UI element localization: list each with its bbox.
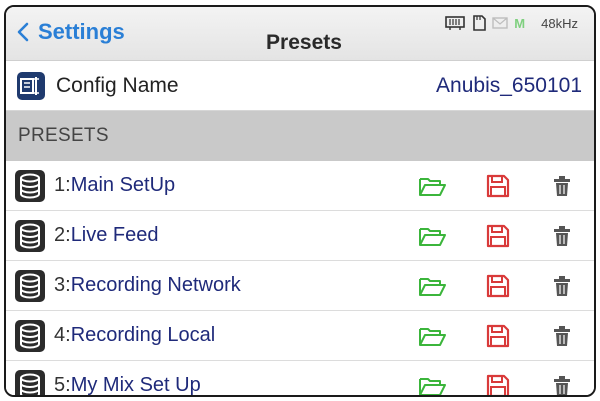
trash-icon (554, 376, 570, 395)
page-title: Presets (266, 31, 342, 54)
config-name-row[interactable]: Config Name Anubis_650101 (6, 61, 594, 111)
floppy-disk-icon (486, 374, 510, 395)
preset-row[interactable]: 3: Recording Network (6, 261, 594, 311)
status-area: M 48kHz (444, 13, 578, 33)
preset-name: Live Feed (70, 224, 159, 246)
database-icon (15, 369, 45, 395)
preset-label: 1: Main SetUp (54, 174, 175, 197)
presets-section-header: PRESETS (6, 111, 594, 161)
preset-label: 2: Live Feed (54, 224, 159, 247)
delete-preset-button[interactable] (548, 173, 576, 199)
save-preset-button[interactable] (484, 323, 512, 349)
preset-name: Recording Network (70, 274, 241, 296)
delete-preset-button[interactable] (548, 273, 576, 299)
database-icon (15, 169, 45, 202)
presets-screen: Settings Presets M 48kHz Config Name Anu… (4, 5, 596, 397)
trash-icon (554, 226, 570, 246)
load-preset-button[interactable] (418, 223, 446, 249)
floppy-disk-icon (486, 324, 510, 348)
delete-preset-button[interactable] (548, 223, 576, 249)
config-name-label: Config Name (56, 73, 179, 97)
preset-name: Recording Local (70, 324, 216, 346)
mail-icon (492, 17, 508, 29)
database-icon (15, 269, 45, 302)
preset-label: 3: Recording Network (54, 274, 241, 297)
network-icon (444, 15, 466, 31)
section-label: PRESETS (18, 125, 109, 146)
config-card-icon (17, 71, 45, 100)
preset-number: 3: (54, 274, 71, 296)
folder-open-icon (419, 178, 446, 196)
preset-list: 1: Main SetUp 2: Live Feed 3: Recording … (6, 161, 594, 396)
floppy-disk-icon (486, 224, 510, 248)
preset-row[interactable]: 2: Live Feed (6, 211, 594, 261)
sample-rate: 48kHz (541, 15, 578, 31)
trash-icon (554, 176, 570, 196)
save-preset-button[interactable] (484, 173, 512, 199)
preset-number: 2: (54, 224, 71, 246)
sd-card-icon (472, 15, 487, 31)
save-preset-button[interactable] (484, 223, 512, 249)
folder-open-icon (419, 228, 446, 246)
preset-name: My Mix Set Up (70, 374, 201, 396)
preset-label: 4: Recording Local (54, 324, 215, 347)
load-preset-button[interactable] (418, 373, 446, 395)
preset-name: Main SetUp (70, 174, 176, 196)
folder-open-icon (419, 278, 446, 296)
preset-row[interactable]: 1: Main SetUp (6, 161, 594, 211)
preset-row[interactable]: 5: My Mix Set Up (6, 361, 594, 396)
floppy-disk-icon (486, 174, 510, 198)
load-preset-button[interactable] (418, 273, 446, 299)
preset-number: 1: (54, 174, 71, 196)
trash-icon (554, 276, 570, 296)
header-bar: Settings Presets M 48kHz (6, 7, 594, 61)
load-preset-button[interactable] (418, 323, 446, 349)
load-preset-button[interactable] (418, 173, 446, 199)
trash-icon (554, 326, 570, 346)
save-preset-button[interactable] (484, 273, 512, 299)
status-m-indicator: M (514, 15, 526, 31)
database-icon (15, 219, 45, 252)
folder-open-icon (419, 328, 446, 346)
preset-label: 5: My Mix Set Up (54, 374, 201, 396)
database-icon (15, 319, 45, 352)
delete-preset-button[interactable] (548, 373, 576, 395)
preset-number: 5: (54, 374, 71, 396)
folder-open-icon (419, 378, 446, 395)
preset-number: 4: (54, 324, 71, 346)
delete-preset-button[interactable] (548, 323, 576, 349)
floppy-disk-icon (486, 274, 510, 298)
config-name-value: Anubis_650101 (436, 73, 582, 97)
save-preset-button[interactable] (484, 373, 512, 395)
preset-row[interactable]: 4: Recording Local (6, 311, 594, 361)
